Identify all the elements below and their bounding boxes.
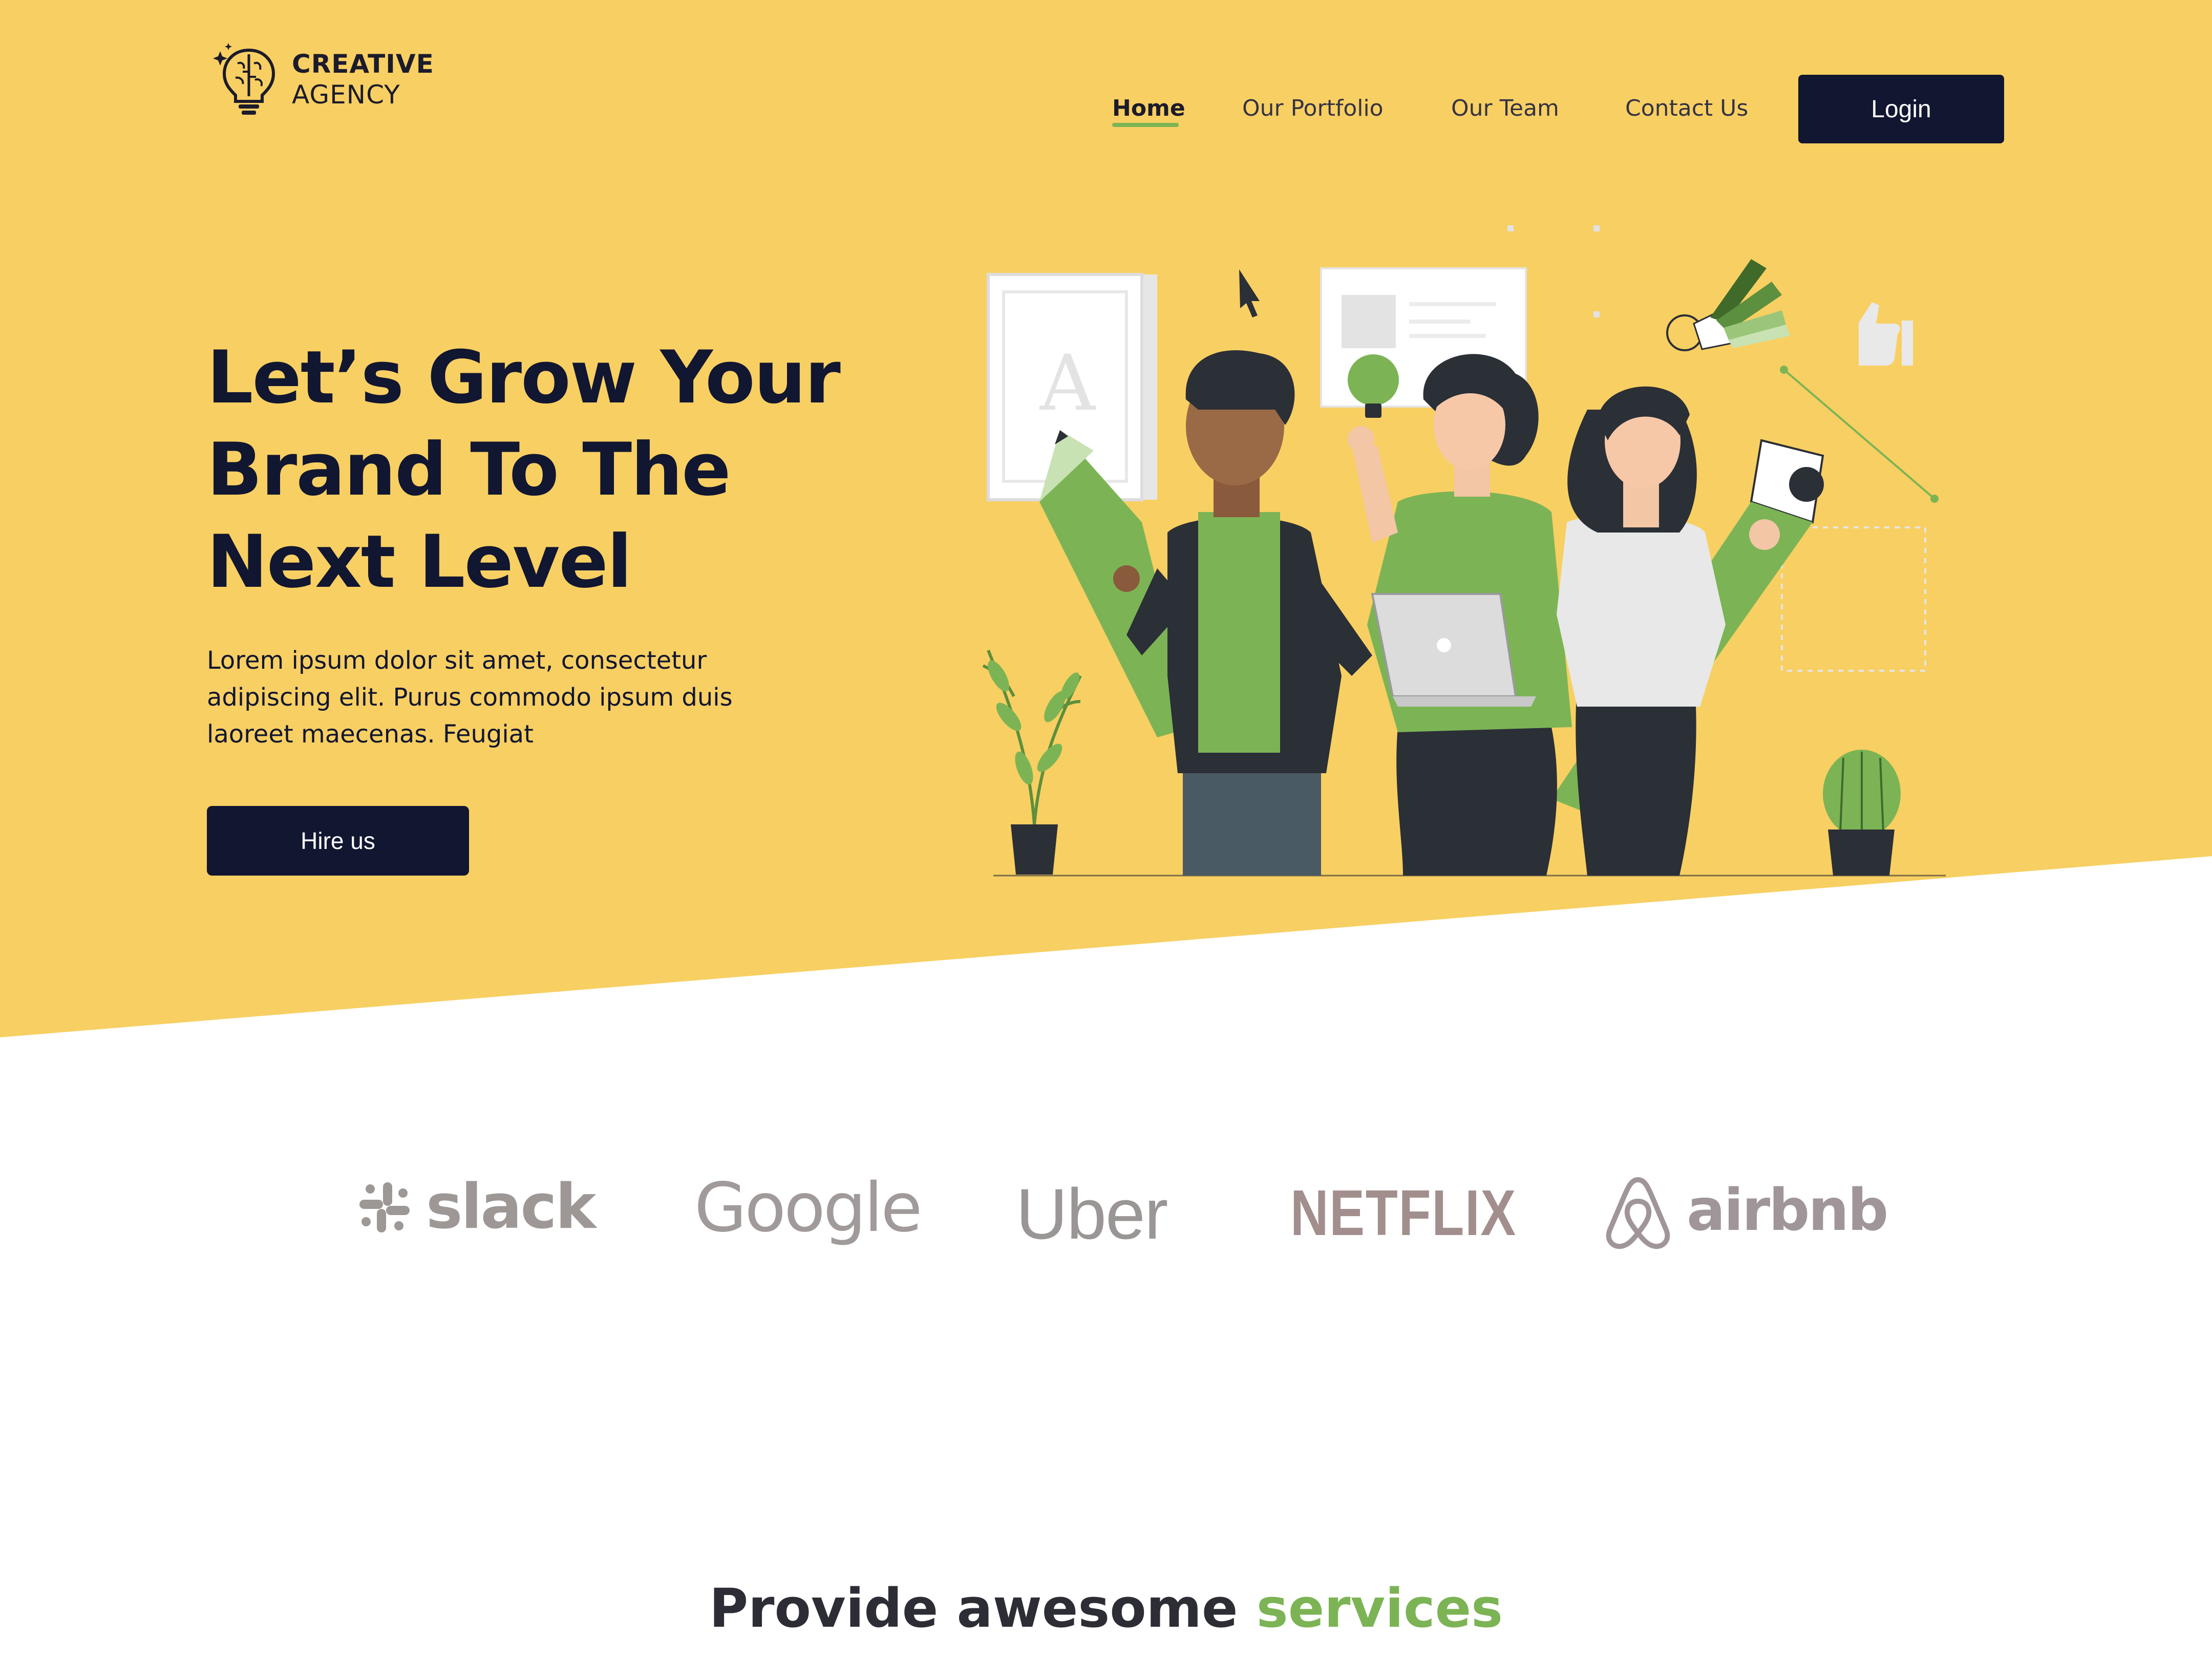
- hero-headline-line2: Brand To The: [207, 428, 731, 512]
- partner-logo-uber: Uber: [1016, 1173, 1168, 1256]
- cactus: [1823, 750, 1901, 876]
- brain-bulb-icon: [213, 43, 275, 115]
- partner-logo-netflix: NETFLIX: [1290, 1176, 1517, 1250]
- nav-our-team[interactable]: Our Team: [1451, 95, 1559, 121]
- slack-icon: [359, 1182, 410, 1232]
- person-woman-laptop: [1348, 354, 1572, 876]
- color-swatch: [1666, 259, 1790, 351]
- thumbs-up-icon: [1859, 302, 1913, 366]
- lightbulb-icon: [1348, 354, 1399, 418]
- hero-headline-line3: Next Level: [207, 520, 632, 604]
- nav-active-indicator: [1112, 123, 1179, 127]
- hero-headline-line1: Let’s Grow Your: [207, 335, 841, 420]
- nav-home[interactable]: Home: [1112, 95, 1185, 121]
- hire-us-button[interactable]: Hire us: [207, 806, 469, 876]
- hero-subtext: Lorem ipsum dolor sit amet, consectetur …: [207, 646, 733, 749]
- nav-our-portfolio[interactable]: Our Portfolio: [1242, 95, 1384, 121]
- partner-name-netflix: NETFLIX: [1290, 1177, 1517, 1249]
- login-button[interactable]: Login: [1798, 75, 2004, 143]
- services-heading-accent: services: [1256, 1577, 1503, 1640]
- partner-name-slack: slack: [426, 1172, 596, 1243]
- frame-letter: A: [1039, 339, 1096, 428]
- partner-logo-slack: slack: [356, 1172, 596, 1243]
- partner-name-airbnb: airbnb: [1687, 1177, 1888, 1244]
- airbnb-icon: [1606, 1177, 1670, 1249]
- hero-headline: Let’s Grow Your Brand To The Next Level: [207, 332, 924, 608]
- plant-left: [982, 649, 1082, 875]
- cursor-icon: [1239, 269, 1260, 317]
- hero-illustration: A: [982, 225, 1946, 877]
- partner-name-uber: Uber: [1016, 1174, 1168, 1254]
- partner-name-google: Google: [694, 1168, 922, 1247]
- person-woman-pen: [1557, 386, 1780, 876]
- nav-contact-us[interactable]: Contact Us: [1625, 95, 1748, 121]
- brand-name-line1: CREATIVE: [292, 49, 434, 79]
- services-heading: Provide awesome services: [0, 1577, 2212, 1640]
- brand-name-line2: AGENCY: [292, 80, 400, 110]
- services-heading-main: Provide awesome: [709, 1577, 1238, 1640]
- partner-logo-google: Google: [694, 1168, 922, 1247]
- brand-logo[interactable]: CREATIVE AGENCY: [213, 41, 434, 118]
- partner-logo-airbnb: airbnb: [1600, 1169, 1888, 1251]
